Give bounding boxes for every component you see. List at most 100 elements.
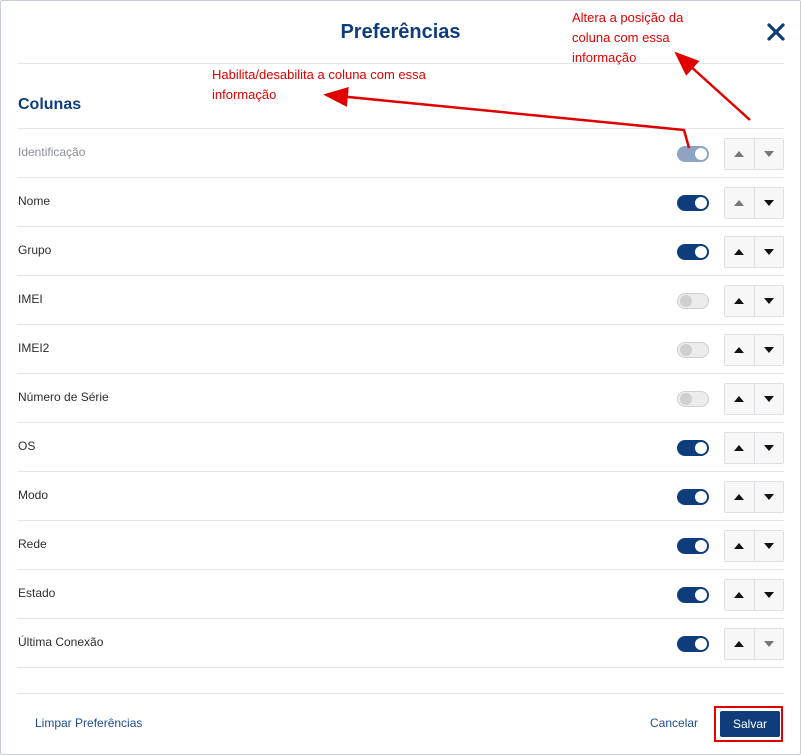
move-down-button[interactable]: [753, 335, 783, 365]
column-order-buttons: [724, 285, 784, 317]
move-up-button[interactable]: [725, 384, 754, 414]
caret-up-icon: [734, 347, 745, 353]
column-toggle[interactable]: [677, 587, 709, 603]
columns-list: Identificação Nome Grupo IMEI IMEI2 Núme…: [17, 128, 784, 668]
column-toggle[interactable]: [677, 440, 709, 456]
column-row-estado: Estado: [17, 569, 784, 618]
caret-up-icon: [734, 641, 745, 647]
column-row-numero-de-serie: Número de Série: [17, 373, 784, 422]
column-row-rede: Rede: [17, 520, 784, 569]
column-order-buttons: [724, 383, 784, 415]
toggle-knob: [680, 295, 692, 307]
column-order-buttons: [724, 530, 784, 562]
move-up-button[interactable]: [725, 482, 754, 512]
save-button[interactable]: Salvar: [720, 711, 780, 737]
column-label: IMEI: [18, 292, 43, 306]
column-row-modo: Modo: [17, 471, 784, 520]
caret-down-icon: [763, 249, 774, 255]
column-label: Rede: [18, 537, 47, 551]
column-row-imei2: IMEI2: [17, 324, 784, 373]
move-up-button[interactable]: [725, 139, 754, 169]
move-down-button[interactable]: [753, 580, 783, 610]
move-up-button[interactable]: [725, 188, 754, 218]
move-up-button[interactable]: [725, 286, 754, 316]
move-down-button[interactable]: [753, 188, 783, 218]
column-row-nome: Nome: [17, 177, 784, 226]
caret-down-icon: [763, 445, 774, 451]
caret-up-icon: [734, 494, 745, 500]
move-down-button[interactable]: [753, 286, 783, 316]
caret-up-icon: [734, 298, 745, 304]
column-toggle[interactable]: [677, 636, 709, 652]
cancel-button[interactable]: Cancelar: [650, 716, 698, 730]
column-toggle[interactable]: [677, 146, 709, 162]
caret-up-icon: [734, 396, 745, 402]
toggle-knob: [695, 246, 707, 258]
preferences-dialog: Preferências Colunas Identificação Nome …: [0, 0, 801, 755]
move-up-button[interactable]: [725, 580, 754, 610]
caret-down-icon: [763, 592, 774, 598]
column-label: Número de Série: [18, 390, 109, 404]
move-down-button[interactable]: [753, 139, 783, 169]
column-label: Estado: [18, 586, 56, 600]
column-row-ultima-conexao: Última Conexão: [17, 618, 784, 668]
column-toggle[interactable]: [677, 342, 709, 358]
caret-up-icon: [734, 445, 745, 451]
column-row-identificacao: Identificação: [17, 128, 784, 177]
move-up-button[interactable]: [725, 629, 754, 659]
move-down-button[interactable]: [753, 384, 783, 414]
move-up-button[interactable]: [725, 335, 754, 365]
column-row-grupo: Grupo: [17, 226, 784, 275]
column-label: Identificação: [18, 145, 86, 159]
column-order-buttons: [724, 334, 784, 366]
caret-down-icon: [763, 200, 774, 206]
column-toggle[interactable]: [677, 293, 709, 309]
column-toggle[interactable]: [677, 489, 709, 505]
column-order-buttons: [724, 138, 784, 170]
caret-down-icon: [763, 494, 774, 500]
move-down-button[interactable]: [753, 237, 783, 267]
move-down-button[interactable]: [753, 482, 783, 512]
column-row-os: OS: [17, 422, 784, 471]
column-order-buttons: [724, 187, 784, 219]
toggle-knob: [695, 589, 707, 601]
column-label: Nome: [18, 194, 51, 208]
column-order-buttons: [724, 628, 784, 660]
column-label: Modo: [18, 488, 49, 502]
move-down-button[interactable]: [753, 629, 783, 659]
column-label: Grupo: [18, 243, 52, 257]
move-up-button[interactable]: [725, 531, 754, 561]
toggle-knob: [680, 344, 692, 356]
column-toggle[interactable]: [677, 244, 709, 260]
caret-down-icon: [763, 298, 774, 304]
move-down-button[interactable]: [753, 531, 783, 561]
column-label: OS: [18, 439, 36, 453]
toggle-knob: [695, 197, 707, 209]
column-label: IMEI2: [18, 341, 50, 355]
toggle-knob: [680, 393, 692, 405]
move-up-button[interactable]: [725, 433, 754, 463]
column-order-buttons: [724, 432, 784, 464]
caret-up-icon: [734, 543, 745, 549]
section-title: Colunas: [18, 96, 82, 113]
close-icon[interactable]: [765, 21, 787, 43]
clear-preferences-link[interactable]: Limpar Preferências: [35, 716, 142, 730]
caret-down-icon: [763, 641, 774, 647]
column-order-buttons: [724, 236, 784, 268]
toggle-knob: [695, 148, 707, 160]
caret-down-icon: [763, 347, 774, 353]
caret-up-icon: [734, 151, 745, 157]
column-toggle[interactable]: [677, 391, 709, 407]
column-toggle[interactable]: [677, 195, 709, 211]
order-annotation: Altera a posição da coluna com essa info…: [572, 10, 684, 65]
toggle-knob: [695, 540, 707, 552]
column-toggle[interactable]: [677, 538, 709, 554]
toggle-annotation: Habilita/desabilita a coluna com essa in…: [212, 67, 426, 102]
caret-down-icon: [763, 396, 774, 402]
caret-down-icon: [763, 543, 774, 549]
move-down-button[interactable]: [753, 433, 783, 463]
column-label: Última Conexão: [18, 635, 104, 649]
footer-divider: [17, 693, 784, 694]
move-up-button[interactable]: [725, 237, 754, 267]
caret-up-icon: [734, 200, 745, 206]
